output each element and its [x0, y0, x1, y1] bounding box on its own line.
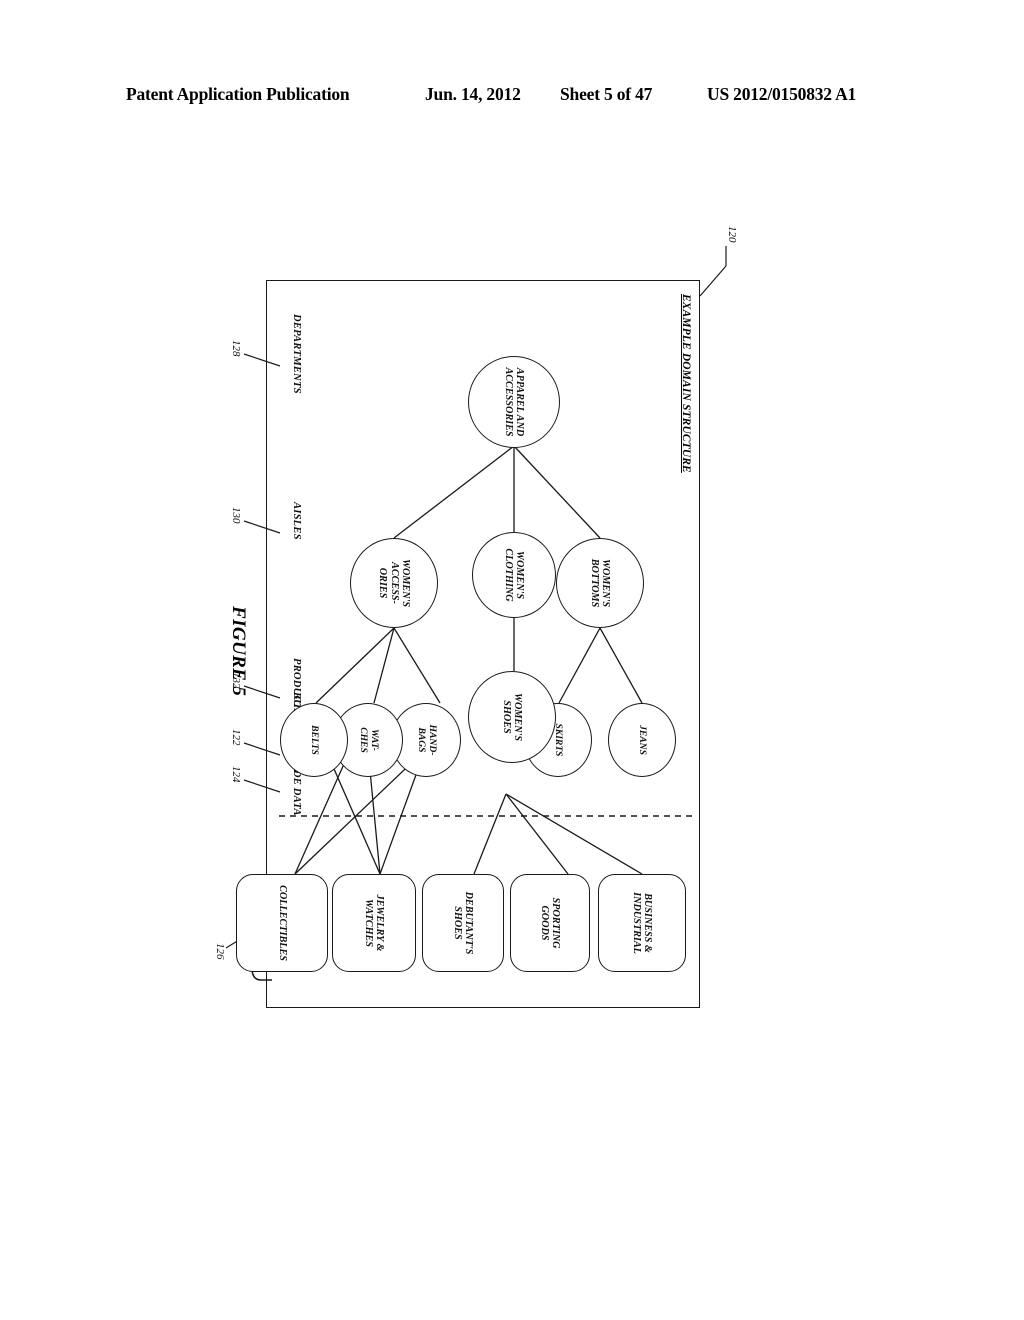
leader-aisles [243, 520, 281, 534]
ref-num-120: 120 [726, 226, 738, 243]
leader-buyside [243, 742, 281, 756]
node-label: BELTS [309, 725, 321, 755]
figure-stage: EXAMPLE DOMAIN STRUCTURE APPAREL AND ACC… [214, 226, 792, 1040]
node-label: JEANS [637, 725, 649, 755]
publication-label: Patent Application Publication [126, 84, 350, 104]
node-jewelry-and-watches[interactable]: JEWELRY & WATCHES [332, 874, 416, 972]
page-header: Patent Application Publication Jun. 14, … [0, 84, 1024, 110]
leader-sellside [243, 779, 281, 793]
node-womens-bottoms[interactable]: WOMEN'S BOTTOMS [556, 538, 644, 628]
node-debutants-shoes[interactable]: DEBUTANT'S SHOES [422, 874, 504, 972]
node-apparel-and-accessories[interactable]: APPAREL AND ACCESSORIES [468, 356, 560, 448]
edge-shoes-debutant [473, 793, 507, 875]
leader-departments [243, 353, 281, 367]
edge-shoes-business [505, 793, 643, 875]
edge-bottoms-jeans [599, 627, 643, 704]
edge-apparel-accessories [393, 445, 515, 539]
node-label: DEBUTANT'S SHOES [452, 891, 475, 955]
node-sporting-goods[interactable]: SPORTING GOODS [510, 874, 590, 972]
patent-number: US 2012/0150832 A1 [707, 84, 857, 104]
edge-shoes-sporting [505, 793, 569, 875]
node-label: WOMEN'S ACCESS- ORIES [377, 558, 411, 608]
node-label: WAT- CHES [358, 727, 380, 753]
node-label: COLLECTIBLES [276, 885, 288, 961]
node-business-and-industrial[interactable]: BUSINESS & INDUSTRIAL [598, 874, 686, 972]
edge-accessories-watches [373, 627, 395, 704]
node-label: HAND- BAGS [416, 724, 438, 756]
node-label: APPAREL AND ACCESSORIES [503, 367, 526, 437]
node-womens-shoes[interactable]: WOMEN'S SHOES [468, 671, 556, 763]
publication-date: Jun. 14, 2012 [425, 84, 521, 104]
node-womens-clothing[interactable]: WOMEN'S CLOTHING [472, 532, 556, 618]
leader-products [243, 685, 281, 699]
node-label: JEWELRY & WATCHES [363, 894, 386, 952]
node-label: WOMEN'S SHOES [501, 692, 524, 742]
node-label: BUSINESS & INDUSTRIAL [631, 892, 654, 954]
node-jeans[interactable]: JEANS [608, 703, 676, 777]
edge-apparel-bottoms [513, 445, 601, 539]
sheet-number: Sheet 5 of 47 [560, 84, 653, 104]
node-womens-accessories[interactable]: WOMEN'S ACCESS- ORIES [350, 538, 438, 628]
domain-structure-diagram: EXAMPLE DOMAIN STRUCTURE APPAREL AND ACC… [214, 226, 792, 1040]
node-belts[interactable]: BELTS [280, 703, 348, 777]
node-label: WOMEN'S BOTTOMS [589, 558, 612, 608]
frame-ref-leader [699, 265, 727, 297]
node-collectibles[interactable]: COLLECTIBLES [236, 874, 328, 972]
ref-num-126: 126 [214, 943, 226, 960]
edge-accessories-belts [315, 627, 395, 704]
edge-bottoms-skirts [558, 627, 601, 704]
node-label: SPORTING GOODS [539, 897, 562, 949]
edge-accessories-handbags [393, 627, 441, 704]
node-label: WOMEN'S CLOTHING [503, 548, 526, 602]
